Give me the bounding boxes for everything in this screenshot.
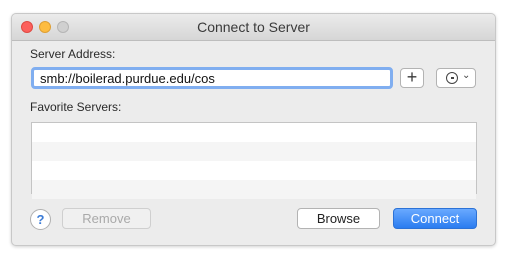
title-bar: Connect to Server (12, 14, 495, 41)
connect-to-server-window: Connect to Server Server Address: + ⌄ Fa… (11, 13, 496, 246)
help-button[interactable]: ? (30, 209, 51, 230)
list-item[interactable] (32, 142, 476, 161)
chevron-down-icon: ⌄ (462, 70, 471, 81)
remove-button[interactable]: Remove (62, 208, 151, 229)
browse-button[interactable]: Browse (297, 208, 380, 229)
server-address-label: Server Address: (30, 47, 116, 61)
recent-servers-button[interactable]: ⌄ (436, 68, 476, 88)
favorite-servers-list[interactable] (31, 122, 477, 199)
connect-button[interactable]: Connect (393, 208, 477, 229)
server-address-input[interactable] (31, 67, 393, 89)
window-title: Connect to Server (197, 19, 310, 35)
plus-icon: + (406, 67, 418, 87)
favorite-servers-label: Favorite Servers: (30, 100, 122, 114)
clock-icon (446, 72, 458, 84)
list-item[interactable] (32, 161, 476, 180)
list-item[interactable] (32, 180, 476, 199)
add-favorite-button[interactable]: + (400, 67, 424, 88)
list-item[interactable] (32, 123, 476, 142)
